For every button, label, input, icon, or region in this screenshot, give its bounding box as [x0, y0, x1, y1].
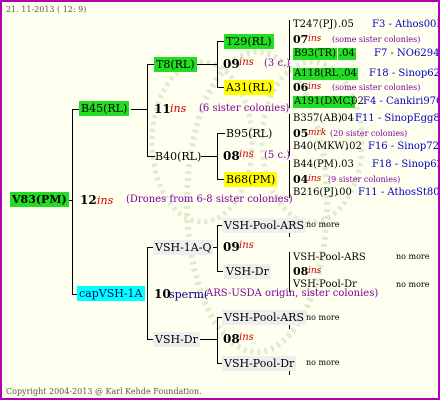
queen-b95[interactable]: B95(RL) [224, 126, 274, 141]
g4-4-note: (some sister colonies) [332, 83, 421, 92]
tree-line [197, 64, 217, 65]
g4-3-id: A118(RL) [293, 68, 344, 80]
b40-note: (5 c.) [264, 150, 291, 161]
g4-7-ins: mrk [308, 128, 327, 138]
root-age: 12 [80, 193, 97, 207]
g4-4-age: 06 [293, 81, 309, 94]
g4-7-age: 05 [293, 127, 309, 140]
g4-4-ins: ins [308, 82, 322, 92]
pedigree-frame: 21. 11-2013 ( 12: 9) Copyright 2004-2013… [0, 0, 440, 400]
queen-vsh-1aq[interactable]: VSH-1A-Q [153, 240, 214, 255]
g4-1-age: 07 [293, 33, 309, 46]
tree-line [289, 252, 290, 292]
vsh1aq-age: 09 [223, 240, 240, 254]
queen-b45[interactable]: B45(RL) [79, 101, 130, 116]
tree-line [289, 160, 290, 198]
b45-age: 11 [154, 102, 171, 116]
vshdr-ins: ins [239, 332, 254, 343]
tree-line [217, 41, 218, 87]
g4-12-id: VSH-Pool-ARS [293, 252, 366, 263]
copyright: Copyright 2004-2013 @ Karl Kehde Foundat… [6, 387, 202, 396]
queen-capvsh[interactable]: capVSH-1A [77, 286, 145, 301]
g4-1-ins: ins [308, 34, 322, 44]
g4-2-id: B93(TR) [293, 48, 338, 60]
gen3-7-more: no more [306, 358, 340, 367]
tree-line [147, 247, 148, 339]
g4-6-id: B357(AB) [293, 113, 342, 124]
b40-age: 08 [223, 149, 240, 163]
g4-5-id: A191(DMC) [293, 96, 356, 108]
g4-14-id: VSH-Pool-Dr [293, 279, 357, 290]
queen-vsh-pool-ars-2[interactable]: VSH-Pool-ARS [222, 310, 306, 325]
g4-10-ins: ins [308, 174, 322, 184]
t8-age: 09 [223, 57, 240, 71]
b40-ins: ins [239, 149, 254, 160]
g4-8-val: .02 [346, 141, 362, 152]
g4-2-origin: F7 - NO6294R [374, 48, 440, 59]
queen-t29[interactable]: T29(RL) [224, 34, 274, 49]
g4-9-origin: F18 - Sinop62R [372, 159, 438, 170]
queen-t8[interactable]: T8(RL) [154, 57, 197, 72]
g4-0-val: .05 [338, 19, 354, 30]
tree-line [72, 109, 73, 294]
tree-line [217, 225, 218, 271]
g4-3-origin: F18 - Sinop62R [369, 68, 440, 79]
g4-12-more: no more [396, 252, 430, 261]
b45-ins: ins [170, 102, 187, 115]
tree-line [217, 317, 218, 363]
g4-13-age: 08 [293, 265, 309, 278]
capvsh-note: ARS-USDA origin, sister colonies) [206, 288, 379, 299]
g4-3-val: .04 [340, 68, 358, 80]
tree-line [289, 66, 290, 108]
queen-vsh-dr[interactable]: VSH-Dr [153, 332, 200, 347]
queen-root[interactable]: V83(PM) [10, 192, 69, 207]
g4-6-val: .04 [338, 113, 354, 124]
queen-vsh-dr-2[interactable]: VSH-Dr [224, 264, 271, 279]
tree-line [197, 339, 217, 340]
g4-7-note: (20 sister colonies) [330, 129, 408, 138]
tree-line [201, 156, 217, 157]
date-line: 21. 11-2013 ( 12: 9) [6, 5, 87, 14]
gen3-4-more: no more [306, 220, 340, 229]
g4-8-id: B40(MKW) [293, 141, 349, 152]
g4-0-origin: F3 - Athos00R [372, 19, 440, 30]
tree-line [217, 271, 223, 272]
tree-line [131, 109, 147, 110]
g4-13-ins: ins [308, 266, 322, 276]
g4-5-val: .02 [348, 96, 364, 107]
gen3-6-more: no more [306, 313, 340, 322]
g4-9-id: B44(PM) [293, 159, 338, 170]
g4-11-origin: F11 - AthosSt80R [358, 187, 440, 198]
tree-line [289, 20, 290, 60]
g4-10-age: 04 [293, 173, 309, 186]
t8-ins: ins [239, 57, 254, 68]
queen-vsh-pool-dr[interactable]: VSH-Pool-Dr [222, 356, 297, 371]
g4-8-origin: F16 - Sinop72R [368, 141, 440, 152]
root-ins: ins [97, 194, 114, 207]
queen-b68[interactable]: B68(PM) [224, 172, 278, 187]
t8-note: (3 c.) [264, 58, 291, 69]
g4-10-note: (9 sister colonies) [328, 175, 401, 184]
g4-11-val: .00 [336, 187, 352, 198]
queen-a31[interactable]: A31(RL) [224, 80, 275, 95]
queen-vsh-pool-ars-1[interactable]: VSH-Pool-ARS [222, 218, 306, 233]
g4-2-val: .04 [338, 48, 356, 60]
vshdr-age: 08 [223, 332, 240, 346]
tree-line [217, 133, 218, 179]
g4-0-id: T247(PJ) [293, 19, 338, 30]
g4-6-origin: F11 - SinopEgg86R [355, 113, 440, 124]
capvsh-sperm: sperm( [169, 288, 209, 301]
g4-14-more: no more [396, 280, 430, 289]
g4-9-val: .03 [338, 159, 354, 170]
tree-line [147, 64, 148, 156]
g4-5-origin: F4 - Cankiri97Q [363, 96, 440, 107]
g4-1-note: (some sister colonies) [332, 35, 421, 44]
queen-b40[interactable]: B40(RL) [153, 149, 203, 164]
b45-note: (6 sister colonies) [199, 103, 290, 114]
g4-11-id: B216(PJ) [293, 187, 338, 198]
root-note: (Drones from 6-8 sister colonies) [126, 194, 293, 205]
vsh1aq-ins: ins [239, 240, 254, 251]
